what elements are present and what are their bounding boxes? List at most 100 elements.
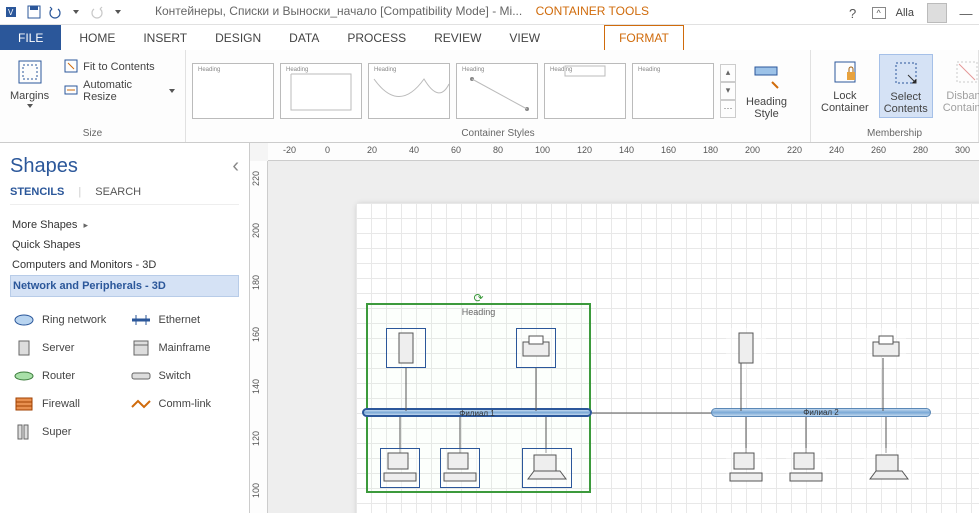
- ethernet-bar-1[interactable]: Филиал 1: [362, 408, 592, 417]
- margins-icon: [14, 56, 46, 88]
- shape-firewall[interactable]: Firewall: [10, 391, 123, 417]
- group-size-label: Size: [6, 127, 179, 140]
- shapes-pane: Shapes ‹ STENCILS | SEARCH More Shapes▸ …: [0, 143, 250, 513]
- container-style-1[interactable]: [192, 63, 274, 119]
- ethernet-bar-2[interactable]: Филиал 2: [711, 408, 931, 417]
- tab-home[interactable]: HOME: [65, 25, 129, 50]
- device-laptop-2[interactable]: [864, 448, 914, 488]
- user-name[interactable]: Alla: [896, 7, 914, 19]
- avatar[interactable]: [927, 3, 947, 23]
- container-style-5[interactable]: [544, 63, 626, 119]
- shape-ethernet[interactable]: Ethernet: [127, 307, 240, 333]
- device-pc-4[interactable]: [786, 448, 826, 488]
- container-heading: Heading: [368, 307, 589, 317]
- tab-file[interactable]: FILE: [0, 25, 61, 50]
- shape-server[interactable]: Server: [10, 335, 123, 361]
- horizontal-ruler: -200204060801001201401601802002202402602…: [268, 143, 979, 161]
- svg-text:V: V: [8, 8, 14, 17]
- heading-style-icon: [750, 62, 782, 94]
- shape-grid: Ring network Ethernet Server Mainframe R…: [10, 307, 239, 445]
- heading-style-button[interactable]: Heading Style: [742, 60, 791, 122]
- tab-design[interactable]: DESIGN: [201, 25, 275, 50]
- container-style-6[interactable]: [632, 63, 714, 119]
- shape-ring-network[interactable]: Ring network: [10, 307, 123, 333]
- visio-app-icon: V: [4, 3, 22, 21]
- device-pc-1[interactable]: [380, 448, 420, 488]
- margins-button[interactable]: Margins: [6, 54, 53, 110]
- group-styles-label: Container Styles: [192, 127, 804, 140]
- redo-icon[interactable]: [88, 3, 106, 21]
- window-title: Контейнеры, Списки и Выноски_начало [Com…: [155, 4, 522, 18]
- lock-container-button[interactable]: Lock Container: [817, 54, 873, 116]
- auto-resize-button[interactable]: Automatic Resize: [59, 80, 179, 102]
- select-contents-icon: [890, 57, 922, 89]
- container-style-3[interactable]: [368, 63, 450, 119]
- tab-review[interactable]: REVIEW: [420, 25, 495, 50]
- ribbon-collapse-icon[interactable]: ^: [872, 7, 886, 19]
- firewall-icon: [12, 394, 36, 414]
- contextual-tab-label: CONTAINER TOOLS: [536, 4, 649, 18]
- rotate-handle-icon[interactable]: ⟳: [473, 291, 483, 305]
- style-gallery-scroller[interactable]: ▴▾⋯: [720, 64, 736, 118]
- tab-format[interactable]: FORMAT: [604, 25, 684, 50]
- search-tab[interactable]: SEARCH: [95, 186, 141, 198]
- vertical-ruler: 220200180160140120100: [250, 161, 268, 513]
- shapes-title: Shapes: [10, 155, 78, 178]
- device-pc-2[interactable]: [440, 448, 480, 488]
- fit-icon: [63, 58, 79, 77]
- shape-mainframe[interactable]: Mainframe: [127, 335, 240, 361]
- chevron-down-icon: [169, 89, 175, 93]
- device-pc-3[interactable]: [726, 448, 766, 488]
- shape-switch[interactable]: Switch: [127, 363, 240, 389]
- container-style-2[interactable]: [280, 63, 362, 119]
- container-style-4[interactable]: [456, 63, 538, 119]
- comm-link-icon: [129, 394, 153, 414]
- canvas-area[interactable]: -200204060801001201401601802002202402602…: [250, 143, 979, 513]
- fit-label: Fit to Contents: [83, 61, 155, 73]
- shape-comm-link[interactable]: Comm-link: [127, 391, 240, 417]
- select-contents-button[interactable]: Select Contents: [879, 54, 933, 118]
- device-printer-1[interactable]: [516, 328, 556, 368]
- router-icon: [12, 366, 36, 386]
- disband-container-button[interactable]: Disband Container: [939, 54, 979, 116]
- ribbon: Margins Fit to Contents Automatic Resize…: [0, 50, 979, 143]
- drawing-page[interactable]: ⟳ Heading Филиал 1 Филиал 2: [356, 203, 979, 513]
- mainframe-icon: [129, 338, 153, 358]
- select-contents-label: Select Contents: [884, 91, 928, 115]
- tab-view[interactable]: VIEW: [495, 25, 554, 50]
- quick-shapes[interactable]: Quick Shapes: [10, 235, 239, 255]
- margins-label: Margins: [10, 90, 49, 102]
- device-laptop-1[interactable]: [522, 448, 572, 488]
- title-bar: V Контейнеры, Списки и Выноски_начало [C…: [0, 0, 979, 25]
- help-icon[interactable]: ?: [844, 4, 862, 22]
- auto-resize-icon: [63, 82, 79, 101]
- fit-contents-button[interactable]: Fit to Contents: [59, 56, 179, 78]
- tab-process[interactable]: PROCESS: [333, 25, 420, 50]
- tab-data[interactable]: DATA: [275, 25, 333, 50]
- stencil-computers[interactable]: Computers and Monitors - 3D: [10, 255, 239, 275]
- shape-router[interactable]: Router: [10, 363, 123, 389]
- qat-customize-icon[interactable]: [109, 3, 127, 21]
- save-icon[interactable]: [25, 3, 43, 21]
- tab-insert[interactable]: INSERT: [129, 25, 201, 50]
- shapes-collapse-icon[interactable]: ‹: [232, 155, 239, 178]
- group-membership-label: Membership: [817, 127, 972, 140]
- stencil-network[interactable]: Network and Peripherals - 3D: [10, 275, 239, 297]
- disband-label: Disband Container: [943, 90, 979, 114]
- disband-icon: [951, 56, 979, 88]
- server-icon: [12, 338, 36, 358]
- ribbon-tabs: FILE HOME INSERT DESIGN DATA PROCESS REV…: [0, 25, 979, 50]
- minimize-icon[interactable]: —: [957, 4, 975, 22]
- device-server-2[interactable]: [726, 328, 766, 368]
- undo-icon[interactable]: [46, 3, 64, 21]
- stencils-tab[interactable]: STENCILS: [10, 186, 64, 198]
- more-shapes[interactable]: More Shapes▸: [10, 215, 239, 235]
- switch-icon: [129, 366, 153, 386]
- device-server-1[interactable]: [386, 328, 426, 368]
- device-printer-2[interactable]: [866, 328, 906, 368]
- super-icon: [12, 422, 36, 442]
- shape-super[interactable]: Super: [10, 419, 123, 445]
- auto-label: Automatic Resize: [83, 79, 165, 103]
- lock-label: Lock Container: [821, 90, 869, 114]
- undo-dropdown-icon[interactable]: [67, 3, 85, 21]
